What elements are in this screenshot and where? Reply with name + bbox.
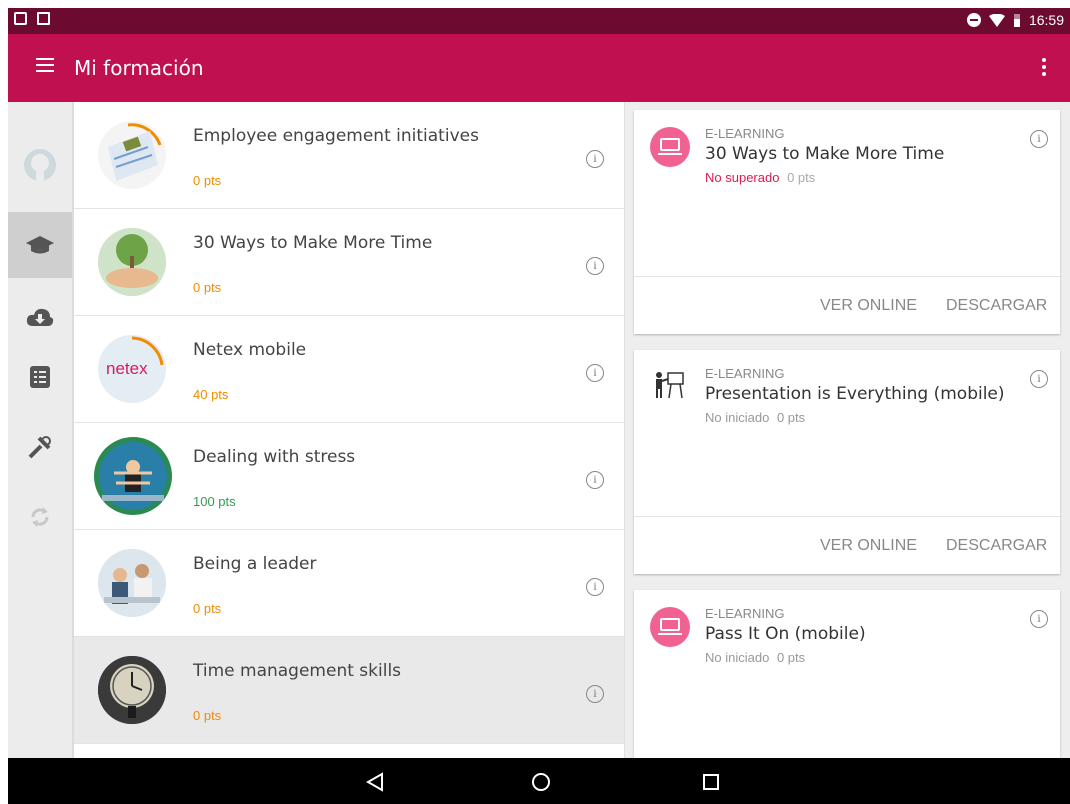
activity-title: Presentation is Everything (mobile) [705,384,1005,404]
profile-icon [24,149,56,182]
card-actions: VER ONLINE DESCARGAR [634,276,1060,335]
course-thumbnail [98,228,166,296]
list-icon [30,366,50,388]
course-title: Being a leader [193,554,317,574]
info-icon[interactable]: i [1030,130,1048,148]
nav-item-sync[interactable] [8,484,72,550]
info-icon[interactable]: i [586,578,604,596]
download-button[interactable]: DESCARGAR [946,537,1047,555]
activity-card: E-LEARNING 30 Ways to Make More Time No … [634,110,1060,334]
course-row[interactable]: netex Netex mobile 40 pts i [74,316,624,423]
cloud-download-icon [26,308,54,326]
course-points: 0 pts [193,601,222,616]
nav-item-list[interactable] [8,344,72,410]
activity-card: E-LEARNING Presentation is Everything (m… [634,350,1060,574]
course-row[interactable]: Employee engagement initiatives 0 pts i [74,102,624,209]
course-title: 30 Ways to Make More Time [193,233,433,253]
battery-icon [1013,14,1020,27]
activity-title: 30 Ways to Make More Time [705,144,945,164]
nav-item-downloads[interactable] [8,284,72,350]
course-list: Employee engagement initiatives 0 pts i … [74,102,625,758]
activity-status: No superado [705,170,780,185]
activity-type: E-LEARNING [705,366,785,381]
home-icon[interactable] [531,772,551,792]
laptop-icon [650,607,690,647]
graduation-cap-icon [26,236,54,254]
nav-item-profile[interactable] [8,132,72,198]
tools-icon [28,436,51,459]
activity-points: 0 pts [787,170,816,185]
page-title: Mi formación [74,56,204,80]
course-title: Dealing with stress [193,447,356,467]
course-title: Employee engagement initiatives [193,126,479,146]
course-title: Time management skills [193,661,402,681]
netex-logo: netex [106,359,148,378]
view-online-button[interactable]: VER ONLINE [820,297,917,315]
card-actions: VER ONLINE DESCARGAR [634,516,1060,575]
image-notification-icon [14,12,27,25]
info-icon[interactable]: i [1030,370,1048,388]
do-not-disturb-icon [966,13,981,27]
info-icon[interactable]: i [586,685,604,703]
activity-status: No iniciado [705,650,770,665]
course-points: 0 pts [193,708,222,723]
nav-item-tools[interactable] [8,414,72,480]
clock: 16:59 [1028,12,1064,28]
course-row[interactable]: Dealing with stress 100 pts i [74,423,624,530]
overflow-menu-icon[interactable] [1042,58,1046,78]
course-thumbnail [98,656,166,724]
course-points: 100 pts [193,494,236,509]
info-icon[interactable]: i [586,150,604,168]
download-button[interactable]: DESCARGAR [946,297,1047,315]
activity-points: 0 pts [776,410,806,425]
status-bar: 16:59 [8,8,1070,34]
back-icon[interactable] [366,772,384,792]
course-row[interactable]: Being a leader 0 pts i [74,530,624,637]
course-thumbnail: netex [98,335,166,403]
activity-status-line: No superado 0 pts [705,170,815,185]
activity-type: E-LEARNING [705,606,785,621]
activity-points: 0 pts [776,650,806,665]
activity-status: No iniciado [705,410,770,425]
nav-item-training[interactable] [8,212,72,278]
info-icon[interactable]: i [586,471,604,489]
sync-icon [31,507,49,527]
laptop-icon [650,127,690,167]
activity-title: Pass It On (mobile) [705,624,866,644]
course-row[interactable]: 30 Ways to Make More Time 0 pts i [74,209,624,316]
course-points: 0 pts [193,173,222,188]
info-icon[interactable]: i [1030,610,1048,628]
course-title: Netex mobile [193,340,307,360]
info-icon[interactable]: i [586,257,604,275]
presenter-icon [656,372,684,399]
app-bar: Mi formación [8,34,1070,102]
activity-panel: E-LEARNING 30 Ways to Make More Time No … [625,102,1070,758]
system-nav-bar [8,758,1070,804]
clipboard-notification-icon [37,12,50,25]
course-thumbnail [98,121,166,189]
recent-apps-icon[interactable] [702,773,720,791]
course-thumbnail [98,549,166,617]
activity-card: E-LEARNING Pass It On (mobile) No inicia… [634,590,1060,758]
activity-status-line: No iniciado 0 pts [705,650,805,665]
course-points: 0 pts [193,280,222,295]
activity-type: E-LEARNING [705,126,785,141]
hamburger-menu-icon[interactable] [36,58,54,72]
course-thumbnail [94,437,172,515]
view-online-button[interactable]: VER ONLINE [820,537,917,555]
course-points: 40 pts [193,387,229,402]
wifi-icon [988,13,1005,27]
activity-status-line: No iniciado 0 pts [705,410,805,425]
info-icon[interactable]: i [586,364,604,382]
course-row[interactable]: Time management skills 0 pts i [74,637,624,744]
nav-rail [8,102,74,758]
